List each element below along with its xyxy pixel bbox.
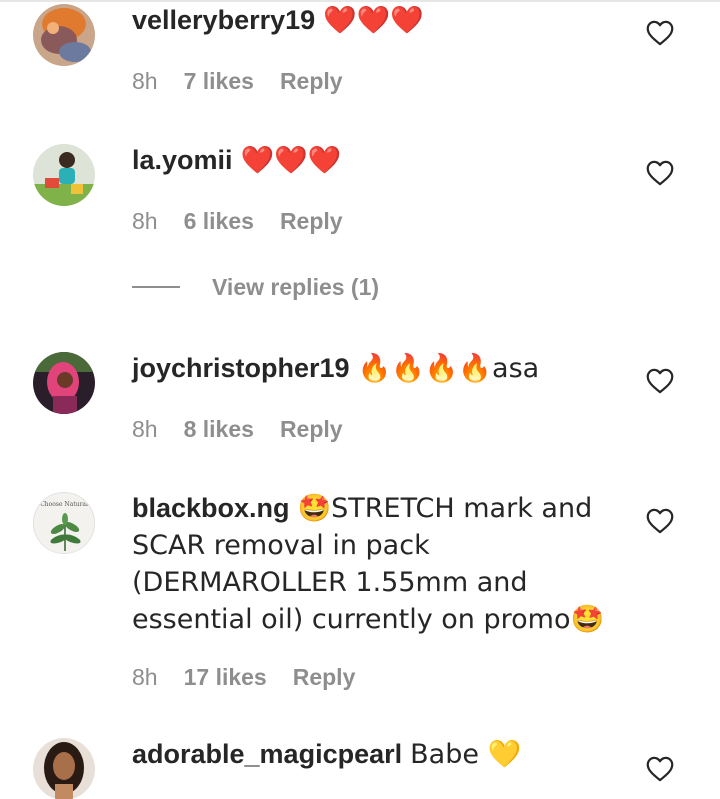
like-heart-button[interactable] bbox=[646, 756, 674, 782]
comment-body: la.yomii ❤️❤️❤️ bbox=[132, 142, 632, 179]
comment-username[interactable]: velleryberry19 bbox=[132, 5, 315, 35]
reply-button[interactable]: Reply bbox=[280, 68, 343, 94]
comment-likes[interactable]: 7 likes bbox=[184, 68, 254, 94]
avatar-orange-photo-icon bbox=[33, 4, 95, 66]
like-heart-button[interactable] bbox=[646, 508, 674, 534]
avatar-child-photo-icon bbox=[33, 144, 95, 206]
comment-time: 8h bbox=[132, 416, 158, 442]
avatar-pink-hair-photo-icon bbox=[33, 352, 95, 414]
comment-likes[interactable]: 8 likes bbox=[184, 416, 254, 442]
comment-body: blackbox.ng 🤩STRETCH mark and SCAR remova… bbox=[132, 490, 632, 638]
comment-likes[interactable]: 17 likes bbox=[184, 664, 267, 690]
avatar[interactable] bbox=[33, 4, 95, 66]
like-heart-button[interactable] bbox=[646, 160, 674, 186]
comment-text: blackbox.ng 🤩STRETCH mark and SCAR remova… bbox=[132, 490, 632, 638]
heart-outline-icon bbox=[646, 20, 674, 46]
comment-body: adorable_magicpearl Babe 💛 bbox=[132, 736, 632, 773]
comment-username[interactable]: la.yomii bbox=[132, 145, 233, 175]
comment-text: adorable_magicpearl Babe 💛 bbox=[132, 736, 632, 773]
like-heart-button[interactable] bbox=[646, 20, 674, 46]
avatar-woman-photo-icon bbox=[33, 738, 95, 799]
comment-text: joychristopher19 🔥🔥🔥🔥asa bbox=[132, 350, 632, 387]
like-heart-button[interactable] bbox=[646, 368, 674, 394]
avatar[interactable] bbox=[33, 738, 95, 799]
view-replies-button[interactable]: View replies (1) bbox=[132, 272, 379, 302]
comment-username[interactable]: joychristopher19 bbox=[132, 353, 350, 383]
avatar[interactable]: Choose Natural. bbox=[33, 492, 95, 554]
comment-content: 🔥🔥🔥🔥asa bbox=[357, 353, 540, 384]
reply-button[interactable]: Reply bbox=[280, 416, 343, 442]
comment-content: Babe 💛 bbox=[410, 739, 522, 770]
comment-meta: 8h 6 likes Reply bbox=[132, 206, 369, 236]
reply-button[interactable]: Reply bbox=[293, 664, 356, 690]
avatar-text: Choose Natural. bbox=[40, 501, 90, 508]
comment-body: velleryberry19 ❤️❤️❤️ bbox=[132, 2, 632, 39]
avatar-choose-natural-plant-icon: Choose Natural. bbox=[34, 493, 94, 553]
comment-content: ❤️❤️❤️ bbox=[323, 5, 425, 36]
comment-username[interactable]: adorable_magicpearl bbox=[132, 739, 402, 769]
comments-screen: velleryberry19 ❤️❤️❤️ 8h 7 likes Reply la.y… bbox=[0, 0, 720, 799]
comment-username[interactable]: blackbox.ng bbox=[132, 493, 290, 523]
reply-button[interactable]: Reply bbox=[280, 208, 343, 234]
comment-time: 8h bbox=[132, 68, 158, 94]
comment-meta: 8h 8 likes Reply bbox=[132, 414, 369, 444]
comment-body: joychristopher19 🔥🔥🔥🔥asa bbox=[132, 350, 632, 387]
comment-time: 8h bbox=[132, 208, 158, 234]
comment-time: 8h bbox=[132, 664, 158, 690]
avatar[interactable] bbox=[33, 352, 95, 414]
heart-outline-icon bbox=[646, 756, 674, 782]
view-replies-label: View replies (1) bbox=[212, 273, 380, 300]
comment-meta: 8h 17 likes Reply bbox=[132, 662, 381, 692]
heart-outline-icon bbox=[646, 508, 674, 534]
comment-content: ❤️❤️❤️ bbox=[240, 145, 342, 176]
comment-likes[interactable]: 6 likes bbox=[184, 208, 254, 234]
heart-outline-icon bbox=[646, 368, 674, 394]
view-replies-line bbox=[132, 286, 180, 288]
comment-text: velleryberry19 ❤️❤️❤️ bbox=[132, 2, 632, 39]
comment-text: la.yomii ❤️❤️❤️ bbox=[132, 142, 632, 179]
heart-outline-icon bbox=[646, 160, 674, 186]
comment-meta: 8h 7 likes Reply bbox=[132, 66, 369, 96]
avatar[interactable] bbox=[33, 144, 95, 206]
